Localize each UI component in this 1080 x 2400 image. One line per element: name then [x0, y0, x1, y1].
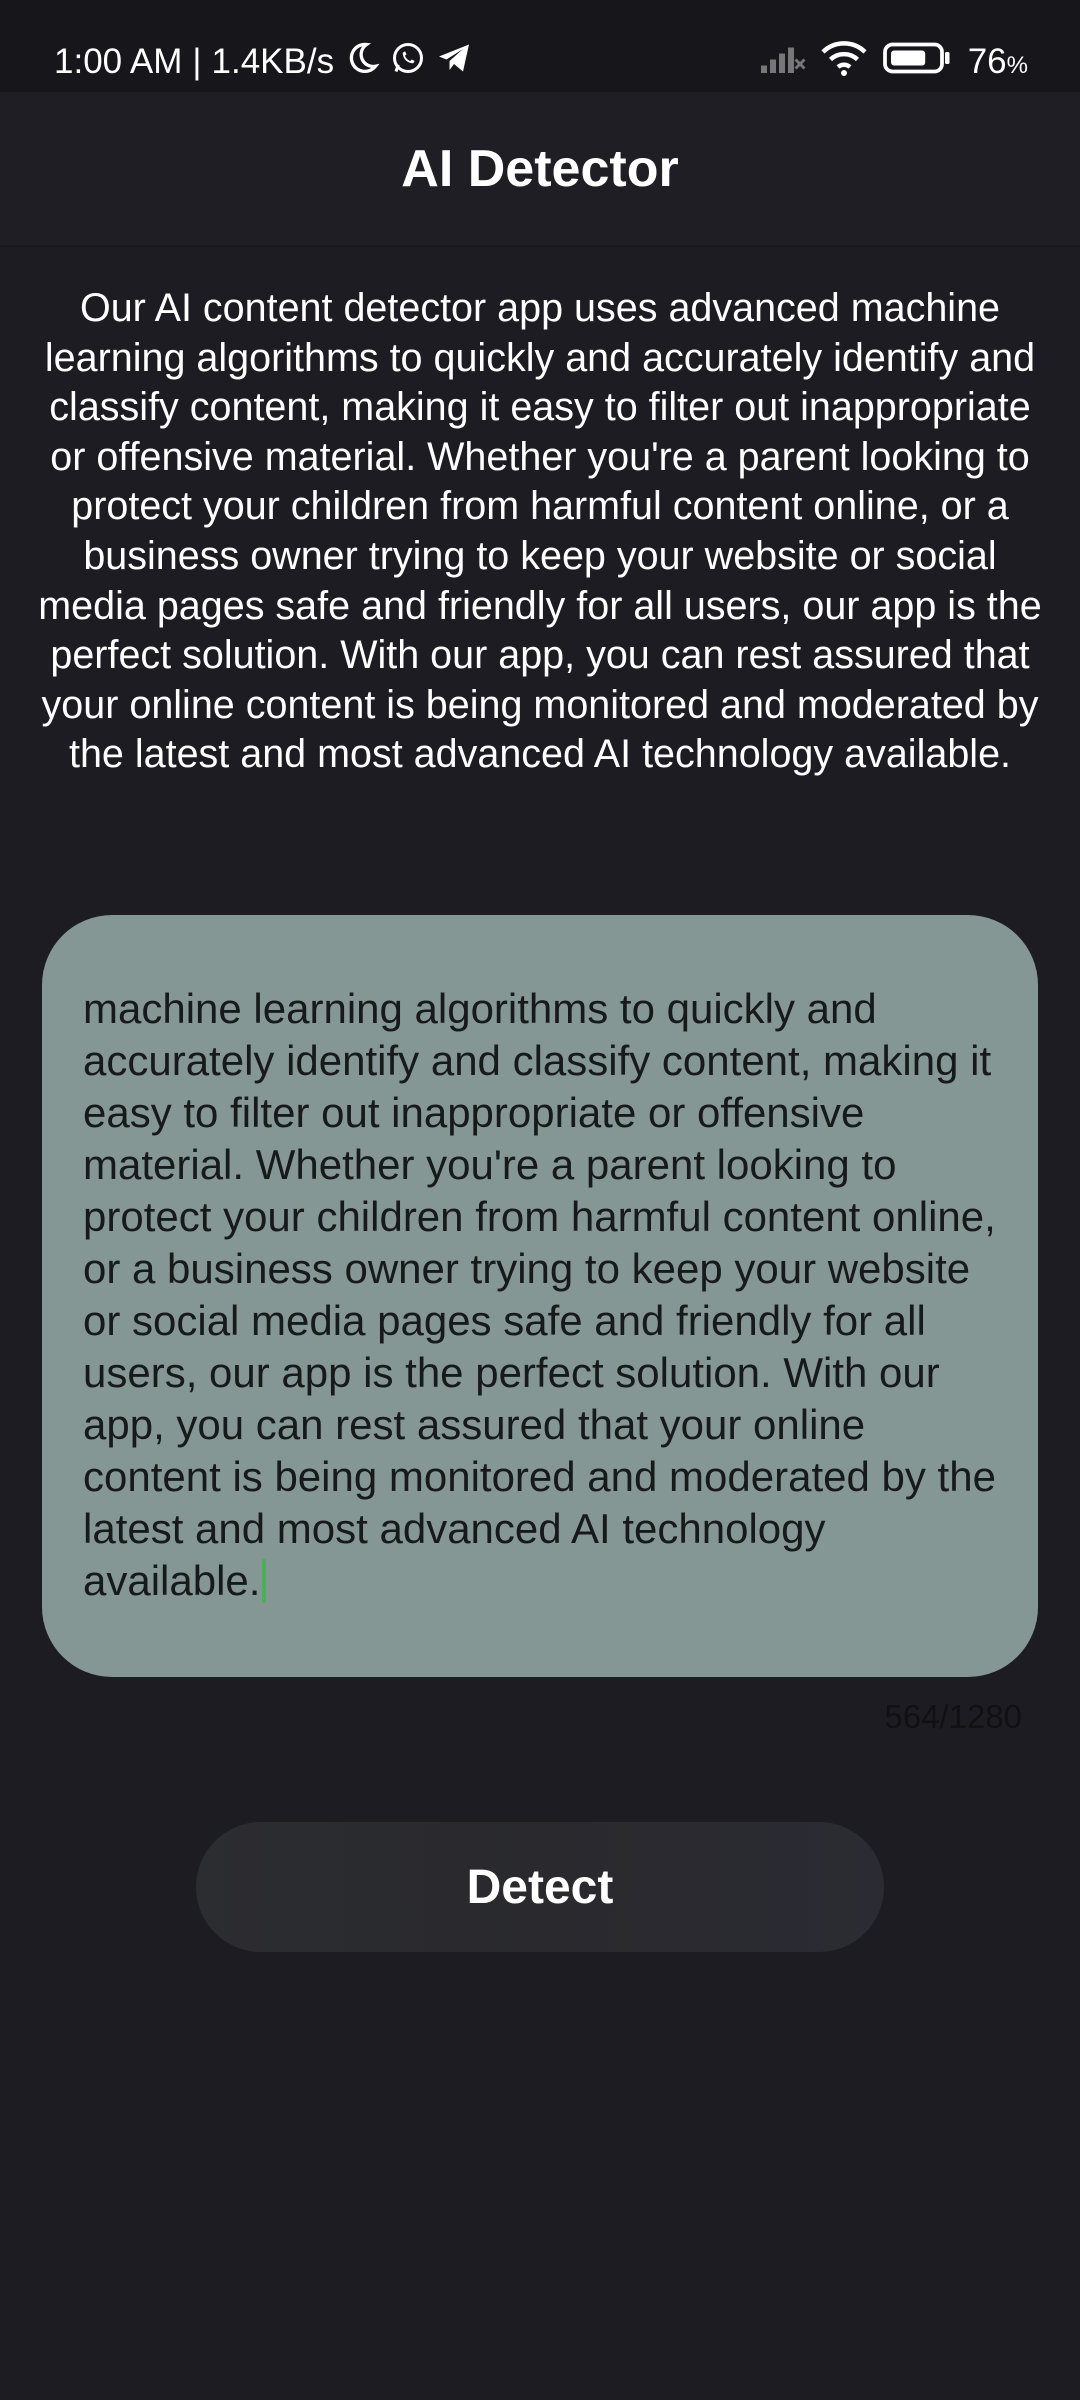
text-cursor — [262, 1559, 267, 1603]
status-bar: 1:00 AM | 1.4KB/s 76% — [0, 0, 1080, 92]
status-separator: | — [192, 42, 202, 81]
signal-icon — [758, 41, 806, 84]
battery-icon — [882, 40, 954, 85]
moon-icon — [344, 40, 380, 85]
page-title: AI Detector — [401, 139, 679, 198]
battery-percent: 76% — [968, 42, 1028, 82]
text-input-field[interactable]: machine learning algorithms to quickly a… — [42, 915, 1038, 1677]
app-bar: AI Detector — [0, 92, 1080, 247]
wifi-icon — [820, 40, 868, 85]
status-left: 1:00 AM | 1.4KB/s — [54, 36, 472, 88]
detect-button[interactable]: Detect — [196, 1822, 884, 1952]
telegram-icon — [436, 40, 472, 85]
character-counter: 564/1280 — [884, 1698, 1022, 1735]
battery-value: 76 — [967, 42, 1007, 81]
status-right: 76% — [758, 36, 1028, 88]
battery-unit: % — [1006, 52, 1028, 79]
status-time: 1:00 AM — [54, 42, 183, 81]
network-speed: 1.4KB/s — [211, 42, 335, 81]
app-description: Our AI content detector app uses advance… — [38, 286, 1042, 777]
whatsapp-icon — [390, 40, 426, 85]
text-input-value: machine learning algorithms to quickly a… — [83, 985, 1008, 1604]
text-input-content[interactable]: machine learning algorithms to quickly a… — [83, 983, 1013, 1607]
